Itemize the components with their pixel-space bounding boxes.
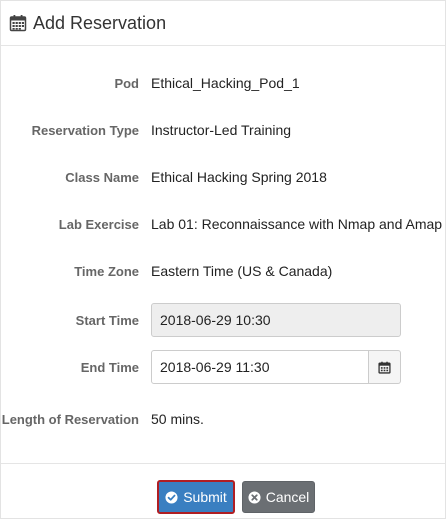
lab-exercise-value: Lab 01: Reconnaissance with Nmap and Ama… <box>151 216 443 232</box>
reservation-type-row: Reservation Type Instructor-Led Training <box>1 120 445 140</box>
check-circle-icon <box>165 490 178 504</box>
class-name-value: Ethical Hacking Spring 2018 <box>151 169 327 185</box>
lab-exercise-label: Lab Exercise <box>58 216 139 232</box>
cancel-label: Cancel <box>265 489 310 505</box>
time-zone-value: Eastern Time (US & Canada) <box>151 263 333 279</box>
pod-label: Pod <box>114 75 139 91</box>
lab-exercise-row: Lab Exercise Lab 01: Reconnaissance with… <box>1 214 445 234</box>
time-zone-label: Time Zone <box>74 263 139 279</box>
submit-label: Submit <box>183 489 227 505</box>
start-time-field: 2018-06-29 10:30 <box>151 303 401 337</box>
length-label: Length of Reservation <box>1 411 139 427</box>
class-name-row: Class Name Ethical Hacking Spring 2018 <box>1 167 445 187</box>
submit-button[interactable]: Submit <box>157 480 235 514</box>
times-circle-icon <box>248 490 261 504</box>
length-value: 50 mins. <box>151 411 204 427</box>
class-name-label: Class Name <box>65 169 139 185</box>
pod-value: Ethical_Hacking_Pod_1 <box>151 75 300 91</box>
end-time-input-group: 2018-06-29 11:30 <box>151 350 401 384</box>
calendar-icon <box>9 15 27 32</box>
dialog-title: Add Reservation <box>33 12 167 33</box>
dialog-footer: Submit Cancel <box>1 463 445 519</box>
time-zone-row: Time Zone Eastern Time (US & Canada) <box>1 261 445 281</box>
end-time-row: End Time 2018-06-29 11:30 <box>1 350 445 384</box>
reservation-type-value: Instructor-Led Training <box>151 122 292 138</box>
add-reservation-dialog: Add Reservation Pod Ethical_Hacking_Pod_… <box>0 0 446 519</box>
calendar-icon <box>378 361 391 374</box>
pod-row: Pod Ethical_Hacking_Pod_1 <box>1 73 445 93</box>
end-time-label: End Time <box>80 359 139 375</box>
cancel-button[interactable]: Cancel <box>242 481 315 513</box>
end-time-field[interactable]: 2018-06-29 11:30 <box>151 350 369 384</box>
dialog-header: Add Reservation <box>1 1 445 46</box>
end-time-calendar-button[interactable] <box>369 350 401 384</box>
start-time-row: Start Time 2018-06-29 10:30 <box>1 303 445 337</box>
start-time-label: Start Time <box>75 312 139 328</box>
length-row: Length of Reservation 50 mins. <box>1 409 445 429</box>
reservation-type-label: Reservation Type <box>31 122 139 138</box>
